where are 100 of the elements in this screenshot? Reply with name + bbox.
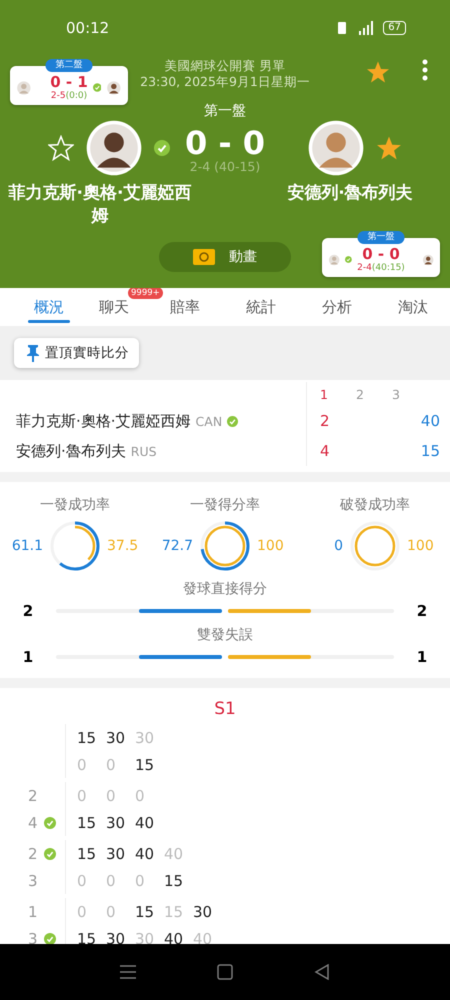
point-score: 40	[164, 844, 184, 862]
stat-value: 100	[257, 538, 285, 554]
more-icon[interactable]	[422, 58, 428, 82]
point-score: 15	[420, 442, 440, 460]
animation-button[interactable]: 動畫	[159, 242, 291, 272]
point-score: 0	[135, 872, 146, 890]
star-outline-icon[interactable]	[48, 135, 74, 161]
point-score: 30	[135, 728, 156, 746]
point-score: 0	[77, 756, 88, 774]
point-score: 15	[77, 814, 98, 832]
mini-games: 2-5	[50, 91, 66, 101]
set-badge: 第一盤	[358, 231, 404, 244]
mini-score: 0 - 0	[362, 246, 400, 263]
tab[interactable]: 概況	[22, 288, 76, 326]
mini-points: (0:0)	[66, 91, 88, 101]
point-score: 30	[193, 902, 214, 920]
stat-value: 0	[333, 538, 343, 554]
tab-label: 淘汰	[398, 298, 428, 316]
stat-value: 2	[22, 602, 34, 620]
stat-value: 1	[22, 648, 34, 666]
stat-label: 破發成功率	[340, 496, 410, 515]
point-score: 0	[106, 756, 117, 774]
set-number: 3	[392, 386, 401, 402]
player-name: 菲力克斯·奧格·艾麗婭西姆	[8, 182, 192, 228]
stat-value: 37.5	[107, 538, 140, 554]
main-score: 0 - 0	[184, 122, 266, 162]
player-name: 安德列·魯布列夫	[286, 182, 414, 205]
stat-label: 一發得分率	[190, 496, 260, 515]
point-score: 0	[106, 786, 117, 804]
battery-icon: 67	[383, 21, 406, 35]
pin-button[interactable]: 置頂實時比分	[14, 338, 139, 368]
point-score: 15	[164, 872, 184, 890]
set-badge: 第二盤	[46, 59, 92, 72]
animation-icon	[193, 249, 215, 265]
tab-label: 賠率	[170, 298, 200, 316]
game-count: 2	[28, 844, 38, 862]
game-count: 2	[28, 786, 38, 804]
point-score: 30	[135, 930, 156, 944]
game-count: 1	[28, 902, 38, 920]
tab-label: 統計	[246, 298, 276, 316]
point-score: 40	[135, 844, 156, 862]
point-score: 30	[106, 844, 126, 862]
point-score: 15	[164, 902, 184, 920]
set-score: 4	[320, 442, 330, 460]
star-icon[interactable]	[366, 60, 390, 84]
point-score: 40	[135, 814, 156, 832]
stat-label: 發球直接得分	[183, 580, 267, 599]
mini-score: 0 - 1	[50, 74, 88, 91]
point-score: 0	[77, 872, 88, 890]
count-badge: 9999+	[128, 288, 163, 299]
point-score: 30	[106, 930, 126, 944]
point-score: 40	[420, 412, 440, 430]
mini-games: 2-4	[357, 263, 372, 273]
avatar-icon	[86, 120, 142, 176]
point-score: 0	[106, 902, 117, 920]
game-count: 4	[28, 814, 38, 832]
home-icon[interactable]	[216, 964, 233, 980]
set-title: S1	[213, 698, 237, 721]
tab[interactable]: 淘汰	[386, 288, 440, 326]
set-score: 2	[320, 412, 330, 430]
point-score: 0	[77, 786, 88, 804]
pin-icon	[26, 344, 40, 362]
set-label: 第一盤	[203, 102, 247, 120]
point-score: 0	[77, 902, 88, 920]
menu-icon[interactable]	[120, 965, 136, 979]
tab-label: 分析	[322, 298, 352, 316]
mini-points: (40:15)	[372, 263, 405, 273]
clock-time: 00:12	[66, 19, 110, 37]
game-count: 3	[28, 930, 38, 944]
match-title: 美國網球公開賽 男單	[164, 58, 286, 74]
point-score: 15	[135, 902, 156, 920]
tab-label: 聊天	[99, 298, 129, 316]
stat-label: 雙發失誤	[197, 626, 253, 645]
tab-label: 概況	[34, 298, 64, 316]
game-score: 2-4 (40-15)	[188, 158, 262, 174]
stat-value: 100	[407, 538, 435, 554]
tab[interactable]: 統計	[234, 288, 288, 326]
tab[interactable]: 分析	[310, 288, 364, 326]
stat-value: 72.7	[160, 538, 193, 554]
stat-label: 一發成功率	[40, 496, 110, 515]
set-number: 1	[320, 386, 329, 402]
point-score: 15	[135, 756, 156, 774]
point-score: 30	[106, 728, 126, 746]
set-number: 2	[356, 386, 365, 402]
player-name: 菲力克斯·奧格·艾麗婭西姆	[16, 412, 191, 430]
stat-value: 2	[416, 602, 428, 620]
point-score: 15	[77, 728, 98, 746]
point-score: 0	[135, 786, 146, 804]
country-code: CAN	[196, 414, 222, 428]
point-score: 0	[106, 872, 117, 890]
point-score: 15	[77, 930, 98, 944]
point-score: 30	[106, 814, 126, 832]
stat-value: 1	[416, 648, 428, 666]
point-score: 40	[164, 930, 184, 944]
match-datetime: 23:30, 2025年9月1日星期一	[140, 74, 310, 90]
avatar-icon	[308, 120, 364, 176]
back-icon[interactable]	[314, 964, 330, 980]
player-name: 安德列·魯布列夫	[16, 442, 126, 460]
star-icon[interactable]	[376, 135, 402, 161]
stat-value: 61.1	[10, 538, 43, 554]
